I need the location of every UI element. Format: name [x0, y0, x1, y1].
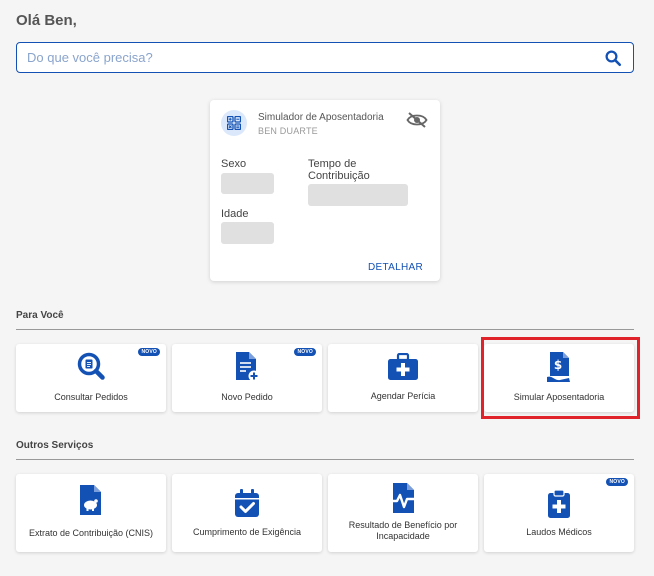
tile-novo-pedido[interactable]: NOVO Novo Pedido [172, 344, 322, 412]
sex-value-placeholder [221, 173, 274, 194]
new-badge: NOVO [606, 478, 628, 486]
tile-label: Extrato de Contribuição (CNIS) [28, 528, 154, 538]
tile-label: Consultar Pedidos [54, 392, 128, 402]
for-you-divider [16, 329, 634, 330]
search-icon [605, 50, 622, 66]
new-document-icon [236, 352, 260, 382]
tile-label: Novo Pedido [221, 392, 273, 402]
search-button[interactable] [593, 43, 633, 72]
tile-agendar-pericia[interactable]: Agendar Perícia [328, 344, 478, 412]
calendar-check-icon [235, 489, 259, 517]
tile-label: Simular Aposentadoria [513, 392, 605, 402]
svg-text:$: $ [554, 358, 562, 372]
age-value-placeholder [221, 222, 274, 244]
new-badge: NOVO [294, 348, 316, 356]
simulator-user-name: BEN DUARTE [258, 126, 318, 136]
tile-label: Resultado de Benefício por Incapacidade [348, 520, 458, 541]
tile-laudos-medicos[interactable]: NOVO Laudos Médicos [484, 474, 634, 552]
search-bar [16, 42, 634, 73]
piggy-document-icon [80, 485, 101, 515]
tile-extrato-cnis[interactable]: Extrato de Contribuição (CNIS) [16, 474, 166, 552]
sex-label: Sexo [221, 158, 247, 170]
calculator-icon [221, 110, 247, 136]
tile-label: Laudos Médicos [526, 527, 592, 537]
medical-kit-icon [388, 353, 418, 380]
search-document-icon [77, 352, 105, 380]
search-input[interactable] [17, 43, 593, 72]
heartbeat-document-icon [390, 483, 416, 513]
other-services-section-title: Outros Serviços [16, 440, 94, 451]
age-label: Idade [221, 208, 249, 220]
for-you-section-title: Para Você [16, 310, 64, 321]
money-document-icon: $ [547, 352, 570, 382]
tile-simular-aposentadoria[interactable]: $ Simular Aposentadoria [484, 344, 634, 412]
retirement-simulator-card: Simulador de Aposentadoria BEN DUARTE Se… [210, 100, 440, 281]
tile-resultado-beneficio[interactable]: Resultado de Benefício por Incapacidade [328, 474, 478, 552]
hide-values-icon[interactable] [406, 112, 428, 133]
greeting-title: Olá Ben, [16, 12, 77, 29]
other-services-divider [16, 459, 634, 460]
simulator-title: Simulador de Aposentadoria [258, 112, 384, 123]
contribution-time-label: Tempo de Contribuição [308, 158, 370, 182]
tile-label: Cumprimento de Exigência [192, 527, 302, 537]
tile-label: Agendar Perícia [370, 391, 436, 401]
clipboard-medical-icon [548, 489, 570, 518]
new-badge: NOVO [138, 348, 160, 356]
tile-cumprimento-exigencia[interactable]: Cumprimento de Exigência [172, 474, 322, 552]
detail-link[interactable]: DETALHAR [368, 262, 423, 273]
tile-consultar-pedidos[interactable]: NOVO Consultar Pedidos [16, 344, 166, 412]
contribution-time-placeholder [308, 184, 408, 206]
